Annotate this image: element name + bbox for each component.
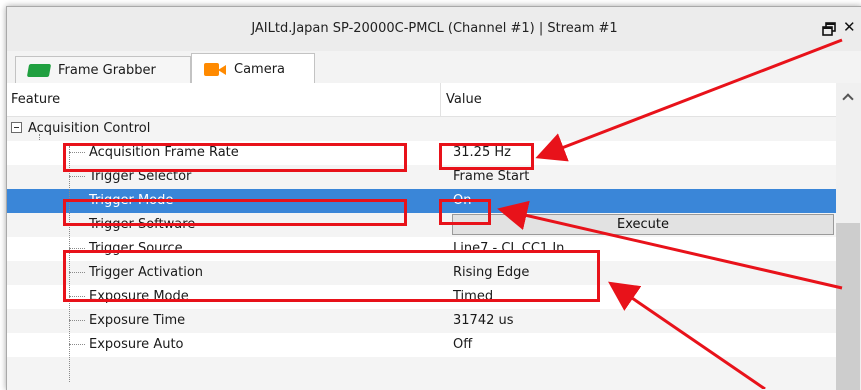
feature-name: Trigger Source [89,241,183,256]
feature-value[interactable]: 31.25 Hz [453,145,511,160]
feature-value[interactable]: Off [453,337,472,352]
feature-row-exposure-mode[interactable]: Exposure Mode Timed [7,285,836,309]
tab-bar: Frame Grabber Camera [7,51,861,84]
execute-button[interactable]: Execute [452,214,834,235]
feature-value[interactable]: Rising Edge [453,265,529,280]
tab-frame-grabber[interactable]: Frame Grabber [15,56,191,83]
category-row[interactable]: Acquisition Control [7,117,836,141]
feature-row-exposure-auto[interactable]: Exposure Auto Off [7,333,836,357]
feature-row-exposure-time[interactable]: Exposure Time 31742 us [7,309,836,333]
column-header-feature[interactable]: Feature [11,92,60,107]
feature-name: Exposure Auto [89,337,184,352]
camera-icon [204,62,226,76]
frame-grabber-icon [26,63,52,77]
feature-row-trigger-source[interactable]: Trigger Source Line7 - CL CC1 In [7,237,836,261]
scrollbar-thumb[interactable] [836,223,860,390]
feature-row-trigger-mode[interactable]: Trigger Mode On [7,189,836,213]
feature-grid: Feature Value Acquisition Control Acquis… [7,83,861,390]
feature-name: Exposure Mode [89,289,189,304]
title-bar[interactable]: JAILtd.Japan SP-20000C-PMCL (Channel #1)… [7,7,861,52]
feature-row-trigger-software[interactable]: Trigger Software Execute [7,213,836,237]
empty-row [7,357,836,390]
feature-value[interactable]: 31742 us [453,313,514,328]
feature-row-trigger-selector[interactable]: Trigger Selector Frame Start [7,165,836,189]
feature-value[interactable]: Timed [453,289,493,304]
tab-label: Camera [234,61,286,77]
feature-name: Trigger Activation [89,265,204,280]
feature-value[interactable]: On [453,193,471,208]
feature-value[interactable]: Frame Start [453,169,529,184]
scroll-up-icon[interactable] [842,93,854,105]
tab-label: Frame Grabber [58,62,156,78]
tab-camera[interactable]: Camera [191,53,315,84]
feature-name: Trigger Selector [89,169,192,184]
window-title: JAILtd.Japan SP-20000C-PMCL (Channel #1)… [251,21,618,36]
restore-window-icon[interactable] [822,22,836,36]
close-icon[interactable]: ✕ [843,18,856,36]
feature-name: Trigger Mode [89,193,174,208]
grid-header: Feature Value [7,83,836,117]
feature-name: Acquisition Frame Rate [89,145,239,160]
category-label: Acquisition Control [28,121,151,136]
feature-name: Trigger Software [89,217,196,232]
feature-row-trigger-activation[interactable]: Trigger Activation Rising Edge [7,261,836,285]
column-header-value[interactable]: Value [446,92,482,107]
collapse-icon[interactable] [11,122,22,133]
feature-row-acquisition-frame-rate[interactable]: Acquisition Frame Rate 31.25 Hz [7,141,836,165]
feature-value[interactable]: Line7 - CL CC1 In [453,241,564,256]
vertical-scrollbar[interactable] [836,83,861,390]
stream-window: JAILtd.Japan SP-20000C-PMCL (Channel #1)… [6,6,861,390]
feature-name: Exposure Time [89,313,186,328]
